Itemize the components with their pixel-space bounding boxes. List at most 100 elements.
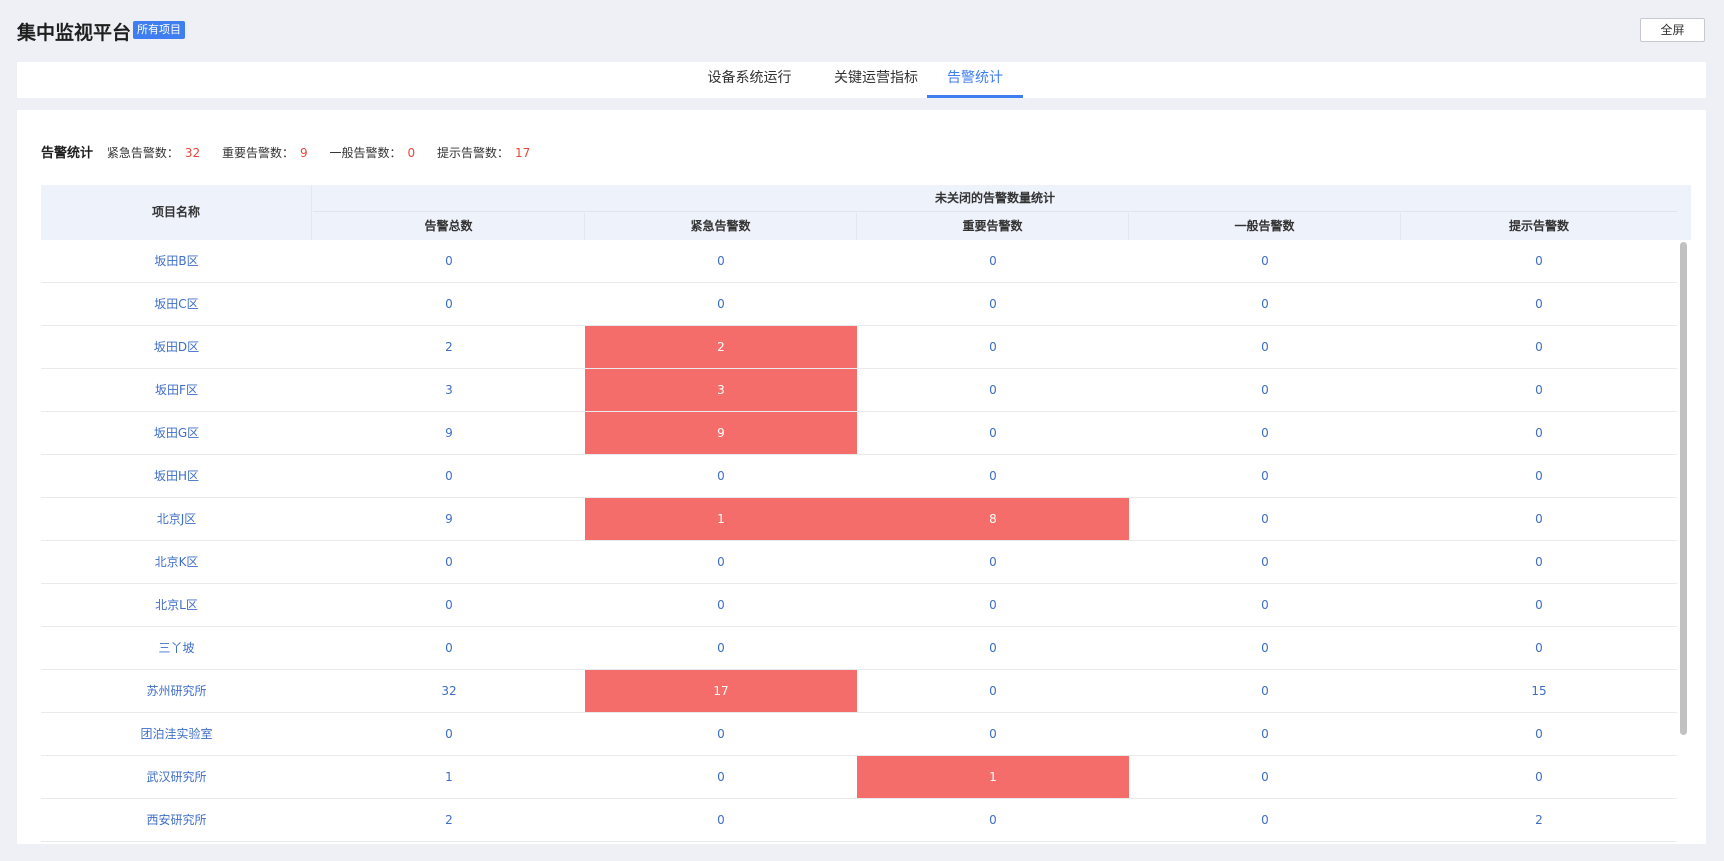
column-header-critical-alarms: 紧急告警数 [585, 213, 857, 240]
total-alarms-cell: 0 [445, 555, 453, 569]
info-alarms-cell: 0 [1535, 512, 1543, 526]
alarm-statistics-panel: 告警统计 紧急告警数： 32 重要告警数： 9 一般告警数： 0 提示告警数： 17 项… [17, 110, 1706, 844]
project-name-link[interactable]: 西安研究所 [41, 799, 312, 841]
minor-alarms-cell: 0 [1261, 512, 1269, 526]
total-alarms-cell: 9 [445, 426, 453, 440]
summary-critical-label: 紧急告警数： [106, 146, 179, 160]
total-alarms-cell: 1 [445, 770, 453, 784]
tab-equipment-operation[interactable]: 设备系统运行 [687, 62, 812, 98]
critical-alarms-cell: 0 [717, 598, 725, 612]
minor-alarms-cell: 0 [1261, 340, 1269, 354]
info-alarms-cell: 0 [1535, 598, 1543, 612]
minor-alarms-cell: 0 [1261, 598, 1269, 612]
minor-alarms-cell: 0 [1261, 469, 1269, 483]
info-alarms-cell: 0 [1535, 426, 1543, 440]
project-name-link[interactable]: 北京L区 [41, 584, 312, 626]
table-body[interactable]: 坂田B区 0 0 0 0 0 坂田C区 0 0 0 0 0 坂田D区 2 2 0 0 0 坂田F区 3 3 0 0 0 坂田G区… [41, 240, 1677, 844]
table-scrollbar[interactable] [1677, 240, 1689, 844]
major-alarms-cell: 0 [989, 340, 997, 354]
column-header-info-alarms: 提示告警数 [1508, 219, 1569, 233]
major-alarms-cell: 0 [989, 555, 997, 569]
project-name-link[interactable]: 三丫坡 [41, 627, 312, 669]
table-row: 坂田F区 3 3 0 0 0 [41, 369, 1677, 412]
critical-alarms-cell: 9 [585, 412, 857, 454]
total-alarms-cell: 9 [445, 512, 453, 526]
summary-critical-value: 32 [184, 146, 201, 160]
project-name-link[interactable]: 坂田F区 [41, 369, 312, 411]
table-row: 坂田D区 2 2 0 0 0 [41, 326, 1677, 369]
info-alarms-cell: 0 [1535, 555, 1543, 569]
tab-key-operation-indicators[interactable]: 关键运营指标 [814, 62, 938, 98]
minor-alarms-cell: 0 [1261, 727, 1269, 741]
column-header-minor-alarms: 一般告警数 [1129, 213, 1401, 240]
tab-alarm-statistics[interactable]: 告警统计 [927, 62, 1023, 98]
page-title: 集中监视平台 [17, 22, 132, 44]
project-name-link[interactable]: 北京J区 [41, 498, 312, 540]
summary-major-value: 9 [299, 146, 308, 160]
minor-alarms-cell: 0 [1261, 641, 1269, 655]
table-row: 西安研究所 2 0 0 0 2 [41, 799, 1677, 842]
info-alarms-cell: 0 [1535, 340, 1543, 354]
minor-alarms-cell: 0 [1261, 254, 1269, 268]
minor-alarms-cell: 0 [1261, 426, 1269, 440]
major-alarms-cell: 0 [989, 684, 997, 698]
major-alarms-cell: 0 [989, 297, 997, 311]
fullscreen-button[interactable]: 全屏 [1640, 18, 1705, 42]
total-alarms-cell: 0 [445, 598, 453, 612]
project-name-link[interactable]: 坂田D区 [41, 326, 312, 368]
critical-alarms-cell: 0 [717, 469, 725, 483]
major-alarms-cell: 1 [857, 756, 1129, 798]
project-scope-badge[interactable]: 所有项目 [133, 21, 185, 39]
project-name-link[interactable]: 武汉研究所 [41, 756, 312, 798]
table-row: 团泊洼实验室 0 0 0 0 0 [41, 713, 1677, 756]
alarm-table: 项目名称 未关闭的告警数量统计 告警总数 紧急告警数 重要告警数 一般告警数 提… [41, 185, 1691, 844]
project-name-link[interactable]: 苏州研究所 [41, 670, 312, 712]
column-group-header-open-alarms: 未关闭的告警数量统计 [313, 185, 1677, 212]
minor-alarms-cell: 0 [1261, 297, 1269, 311]
summary-minor: 一般告警数： 0 [329, 146, 415, 160]
total-alarms-cell: 32 [441, 684, 457, 698]
table-row: 北京J区 9 1 8 0 0 [41, 498, 1677, 541]
total-alarms-cell: 2 [445, 340, 453, 354]
major-alarms-cell: 0 [989, 813, 997, 827]
summary-critical: 紧急告警数： 32 [107, 146, 200, 160]
total-alarms-cell: 0 [445, 469, 453, 483]
critical-alarms-cell: 0 [717, 297, 725, 311]
major-alarms-cell: 0 [989, 426, 997, 440]
column-header-major-alarms: 重要告警数 [857, 213, 1129, 240]
info-alarms-cell: 2 [1535, 813, 1543, 827]
minor-alarms-cell: 0 [1261, 684, 1269, 698]
major-alarms-cell: 0 [989, 254, 997, 268]
total-alarms-cell: 0 [445, 254, 453, 268]
info-alarms-cell: 0 [1535, 297, 1543, 311]
alarm-summary: 告警统计 紧急告警数： 32 重要告警数： 9 一般告警数： 0 提示告警数： 17 [41, 142, 548, 161]
project-name-link[interactable]: 北京K区 [41, 541, 312, 583]
summary-minor-value: 0 [407, 146, 416, 160]
project-name-link[interactable]: 坂田G区 [41, 412, 312, 454]
table-header: 项目名称 未关闭的告警数量统计 告警总数 紧急告警数 重要告警数 一般告警数 提… [41, 185, 1691, 240]
table-row: 坂田H区 0 0 0 0 0 [41, 455, 1677, 498]
summary-info-value: 17 [514, 146, 531, 160]
table-row: 北京K区 0 0 0 0 0 [41, 541, 1677, 584]
minor-alarms-cell: 0 [1261, 555, 1269, 569]
project-name-link[interactable]: 坂田C区 [41, 283, 312, 325]
total-alarms-cell: 0 [445, 297, 453, 311]
summary-info-label: 提示告警数： [436, 146, 509, 160]
major-alarms-cell: 0 [989, 641, 997, 655]
project-name-link[interactable]: 团泊洼实验室 [41, 713, 312, 755]
critical-alarms-cell: 3 [585, 369, 857, 411]
info-alarms-cell: 0 [1535, 727, 1543, 741]
total-alarms-cell: 2 [445, 813, 453, 827]
project-name-link[interactable]: 坂田B区 [41, 240, 312, 282]
summary-info: 提示告警数： 17 [437, 146, 530, 160]
scrollbar-thumb[interactable] [1680, 242, 1687, 735]
summary-major: 重要告警数： 9 [222, 146, 308, 160]
info-alarms-cell: 0 [1535, 254, 1543, 268]
column-header-total-alarms: 告警总数 [313, 213, 585, 240]
critical-alarms-cell: 17 [585, 670, 857, 712]
project-name-link[interactable]: 坂田H区 [41, 455, 312, 497]
critical-alarms-cell: 0 [717, 770, 725, 784]
critical-alarms-cell: 0 [717, 254, 725, 268]
table-row: 武汉研究所 1 0 1 0 0 [41, 756, 1677, 799]
top-bar: 集中监视平台 所有项目 全屏 [0, 0, 1724, 60]
